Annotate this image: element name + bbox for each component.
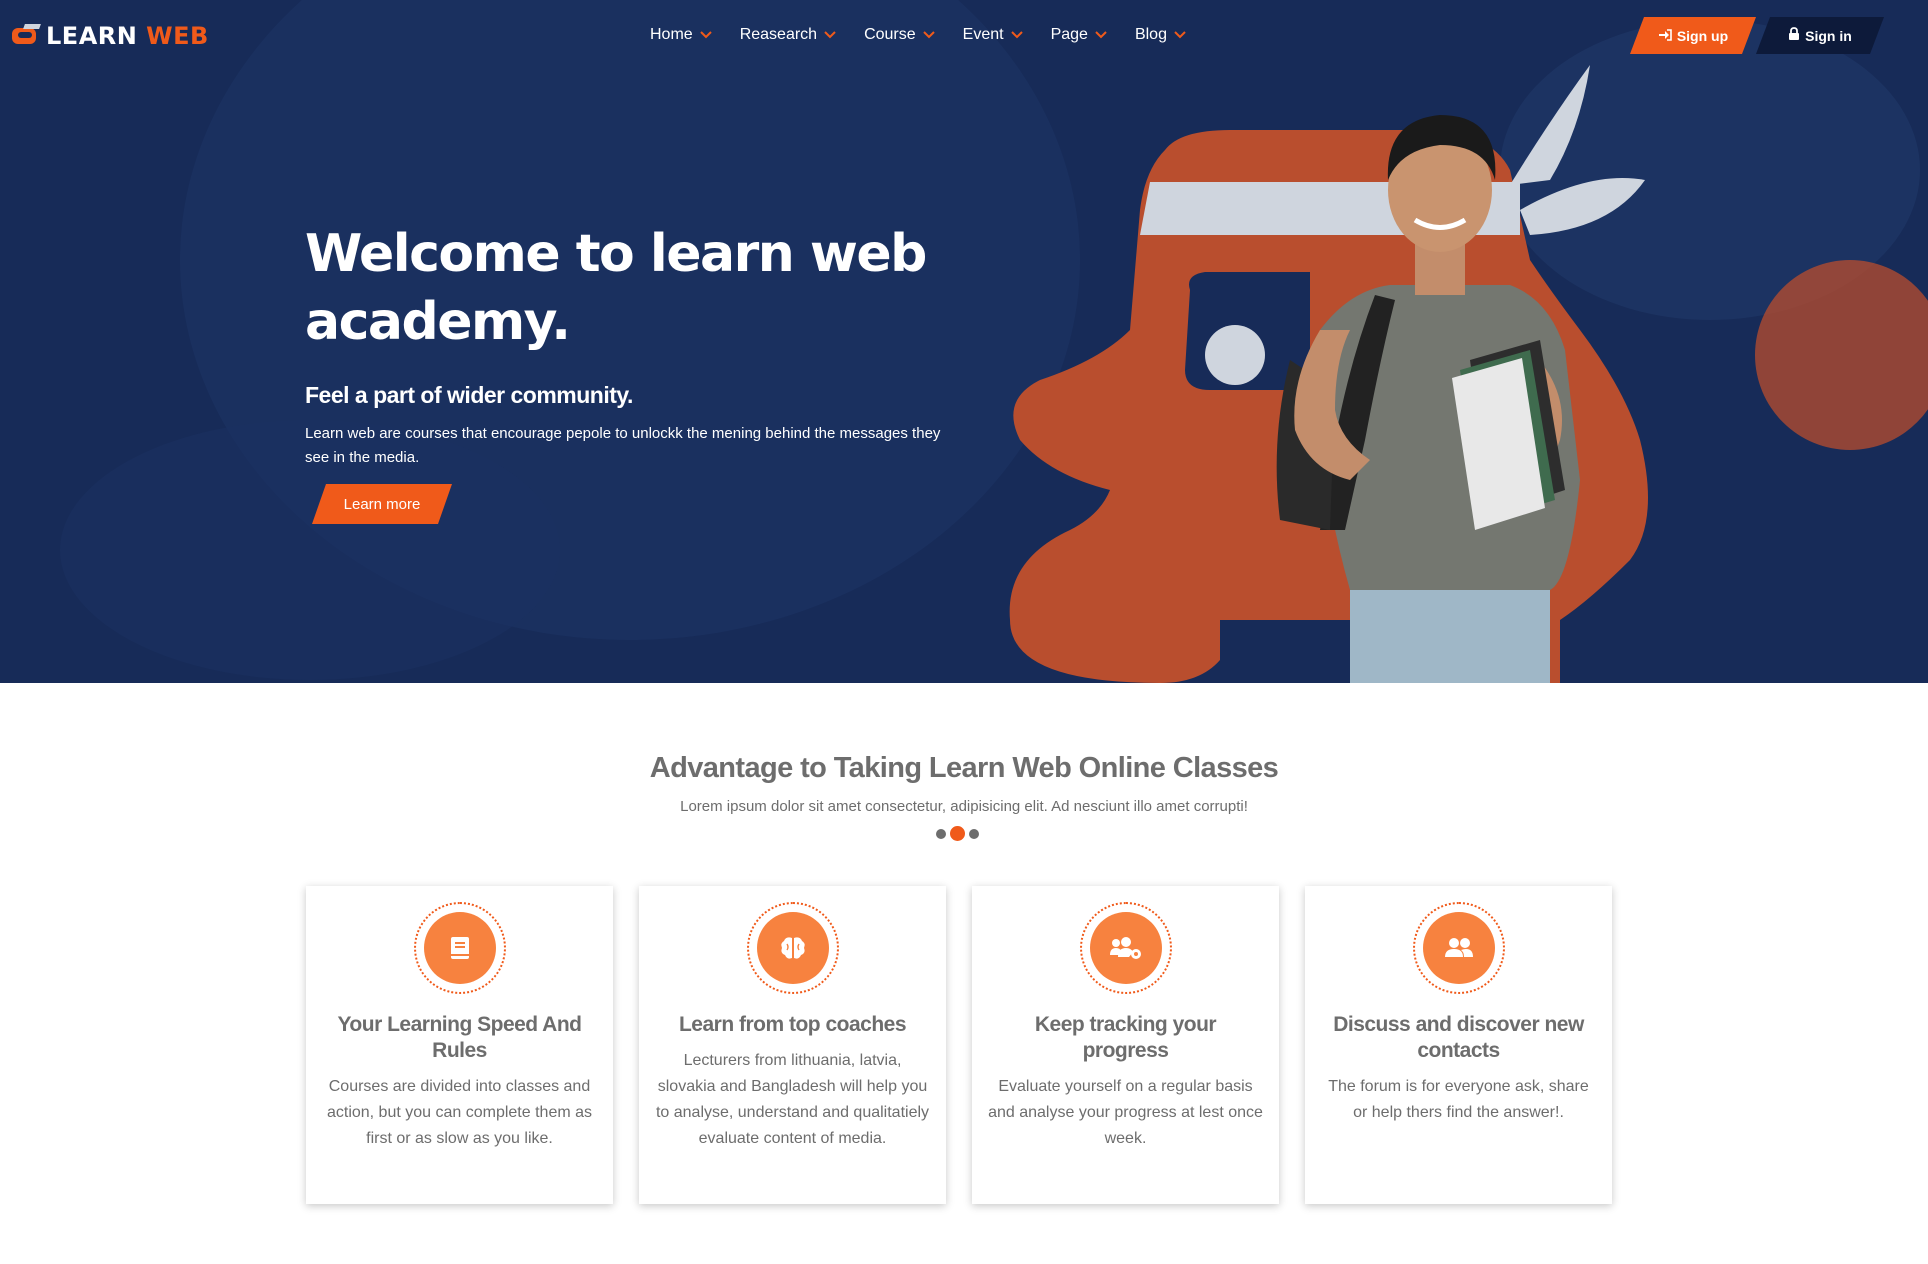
nav-item-course[interactable]: Course — [864, 26, 935, 44]
card-body: Evaluate yourself on a regular basis and… — [988, 1078, 1263, 1147]
nav-item-blog[interactable]: Blog — [1135, 26, 1186, 44]
sign-up-button[interactable]: Sign up — [1630, 17, 1756, 54]
sign-in-arrow-icon — [1658, 28, 1672, 44]
feature-card: Keep tracking your progress Evaluate you… — [972, 886, 1279, 1204]
logo-text-white: LEARN — [46, 22, 138, 50]
card-title: Learn from top coaches — [678, 1013, 907, 1036]
card-body: The forum is for everyone ask, share or … — [1328, 1078, 1589, 1121]
nav-item-research[interactable]: Reasearch — [740, 26, 836, 44]
learn-more-button[interactable]: Learn more — [312, 484, 452, 524]
nav-item-label: Reasearch — [739, 26, 818, 43]
icon-ring — [746, 902, 839, 994]
main-nav: Home Reasearch Course Event Page Blog — [650, 26, 1214, 44]
icon-ring — [1412, 902, 1505, 994]
logo-text: LEARN WEB — [46, 22, 209, 50]
nav-item-label: Home — [650, 26, 693, 43]
dot — [969, 828, 979, 839]
lock-icon — [1788, 27, 1800, 44]
chevron-down-icon — [824, 30, 836, 40]
sign-in-label: Sign in — [1805, 27, 1852, 44]
users-icon — [1422, 912, 1495, 984]
sign-in-button[interactable]: Sign in — [1756, 17, 1884, 54]
hero-title: Welcome to learn web academy. — [305, 224, 927, 352]
chevron-down-icon — [699, 30, 712, 40]
brain-icon — [756, 912, 829, 984]
sign-up-label: Sign up — [1676, 27, 1729, 44]
section-divider-dots — [936, 826, 979, 841]
icon-ring — [413, 902, 506, 994]
feature-card: Your Learning Speed And Rules Courses ar… — [306, 886, 613, 1204]
dot-active — [950, 826, 965, 841]
logo-text-orange: WEB — [137, 22, 209, 50]
nav-item-home[interactable]: Home — [650, 26, 712, 44]
section-title: Advantage to Taking Learn Web Online Cla… — [649, 752, 1279, 784]
nav-item-label: Blog — [1134, 26, 1167, 43]
card-body: Lecturers from lithuania, latvia, slovak… — [655, 1052, 930, 1147]
icon-ring — [1079, 902, 1172, 994]
logo-icon — [10, 24, 41, 48]
hero-subtitle: Feel a part of wider community. — [305, 382, 633, 408]
dot — [936, 828, 946, 839]
card-body: Courses are divided into classes and act… — [326, 1078, 593, 1147]
hero-section: LEARN WEB Home Reasearch Course Event Pa… — [0, 0, 1928, 683]
chevron-down-icon — [1010, 30, 1023, 40]
chevron-down-icon — [1095, 30, 1107, 40]
brand-logo[interactable]: LEARN WEB — [10, 22, 209, 50]
feature-cards: Your Learning Speed And Rules Courses ar… — [306, 886, 1612, 1204]
card-title: Your Learning Speed And Rules — [337, 1013, 582, 1062]
nav-item-label: Event — [962, 26, 1004, 43]
nav-item-label: Page — [1050, 26, 1088, 43]
section-subtitle: Lorem ipsum dolor sit amet consectetur, … — [680, 798, 1248, 815]
nav-item-event[interactable]: Event — [963, 26, 1023, 44]
nav-item-page[interactable]: Page — [1051, 26, 1107, 44]
feature-card: Discuss and discover new contacts The fo… — [1305, 886, 1612, 1204]
chevron-down-icon — [1174, 30, 1186, 40]
hero-description: Learn web are courses that encourage pep… — [305, 425, 941, 466]
nav-item-label: Course — [864, 26, 916, 43]
card-title: Discuss and discover new contacts — [1333, 1013, 1584, 1062]
feature-card: Learn from top coaches Lecturers from li… — [639, 886, 946, 1204]
card-title: Keep tracking your progress — [1034, 1013, 1217, 1062]
users-cog-icon — [1089, 912, 1162, 984]
chevron-down-icon — [922, 30, 935, 40]
book-icon — [423, 912, 496, 984]
hero-illustration — [1009, 65, 1928, 683]
